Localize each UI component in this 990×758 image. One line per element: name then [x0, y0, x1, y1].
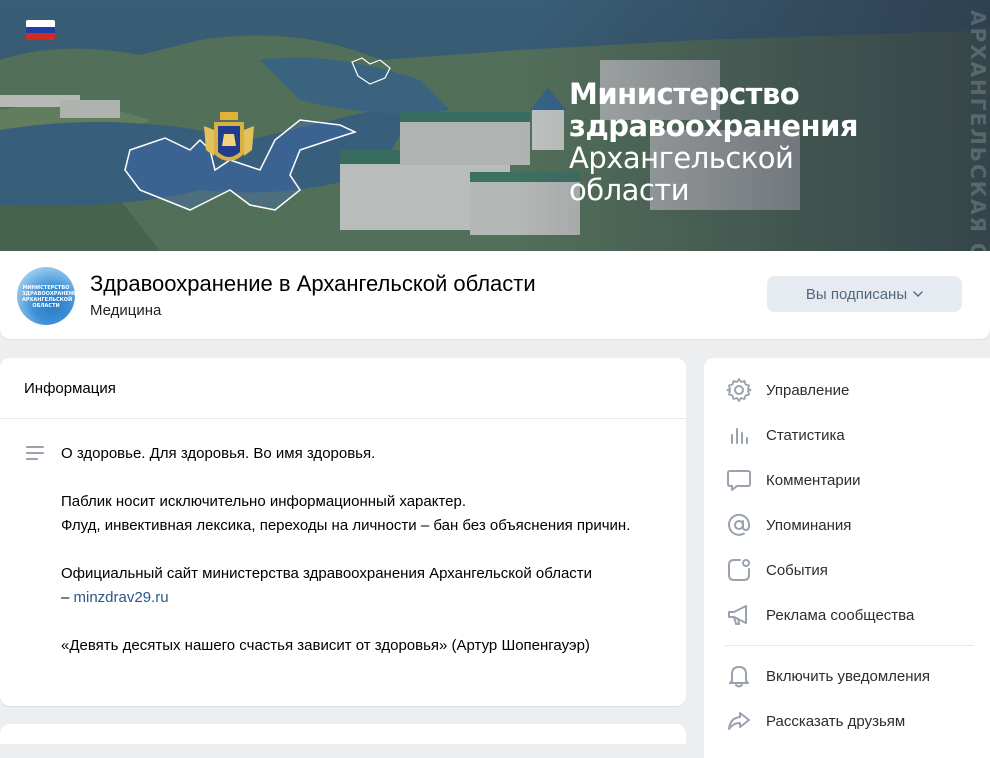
info-heading: Информация — [0, 358, 686, 419]
menu-item-comments[interactable]: Комментарии — [726, 464, 976, 496]
menu-item-mentions[interactable]: Упоминания — [726, 509, 976, 541]
community-category: Медицина — [90, 302, 162, 319]
menu-item-label: Статистика — [766, 426, 845, 444]
russian-flag-icon — [26, 20, 55, 40]
description-line: «Девять десятых нашего счастья зависит о… — [61, 637, 590, 654]
side-menu: Управление Статистика Комментарии Упомин… — [704, 358, 990, 758]
menu-item-management[interactable]: Управление — [726, 374, 976, 406]
menu-item-ads[interactable]: Реклама сообщества — [726, 599, 976, 631]
chevron-down-icon — [913, 291, 923, 297]
menu-item-label: События — [766, 561, 828, 579]
subscribed-label: Вы подписаны — [805, 285, 908, 303]
comment-icon — [727, 470, 751, 491]
menu-item-label: Включить уведомления — [766, 667, 931, 685]
cover-title-line: Министерство — [569, 77, 800, 111]
cover-title-line: здравоохранения — [569, 109, 859, 143]
gear-icon — [726, 378, 752, 402]
menu-item-events[interactable]: События — [726, 554, 976, 586]
stats-icon — [731, 428, 748, 444]
next-card — [0, 724, 686, 744]
description-line: – minzdrav29.ru — [61, 586, 661, 610]
website-link[interactable]: minzdrav29.ru — [74, 589, 169, 606]
cover-title-line: области — [569, 173, 690, 207]
description-icon — [26, 446, 44, 460]
info-card: Информация О здоровье. Для здоровья. Во … — [0, 358, 686, 706]
menu-item-share[interactable]: Рассказать друзьям — [726, 705, 976, 737]
menu-item-label: Реклама сообщества — [766, 606, 915, 624]
avatar-text: МИНИСТЕРСТВО ЗДРАВООХРАНЕНИЯ АРХАНГЕЛЬСК… — [22, 285, 75, 309]
community-avatar[interactable]: МИНИСТЕРСТВО ЗДРАВООХРАНЕНИЯ АРХАНГЕЛЬСК… — [17, 267, 75, 325]
menu-item-stats[interactable]: Статистика — [726, 419, 976, 451]
community-title: Здравоохранение в Архангельской области — [90, 271, 536, 296]
menu-item-notifications[interactable]: Включить уведомления — [726, 660, 976, 692]
bell-icon — [729, 666, 749, 688]
menu-item-label: Рассказать друзьям — [766, 712, 906, 730]
description-line: Флуд, инвективная лексика, переходы на л… — [61, 517, 631, 534]
at-icon — [728, 513, 751, 536]
subscribed-button[interactable]: Вы подписаны — [767, 276, 962, 312]
cover-title-line: Архангельской — [569, 141, 794, 175]
menu-item-label: Управление — [766, 381, 850, 399]
community-cover: Министерство здравоохранения Архангельск… — [0, 0, 990, 251]
share-icon — [728, 712, 750, 730]
community-description: О здоровье. Для здоровья. Во имя здоровь… — [61, 442, 661, 658]
description-line: Паблик носит исключительно информационны… — [61, 493, 467, 510]
link-prefix: – — [61, 589, 74, 606]
menu-divider — [724, 645, 974, 646]
menu-item-label: Упоминания — [766, 516, 852, 534]
megaphone-icon — [728, 605, 747, 625]
events-icon — [728, 559, 750, 581]
description-line: О здоровье. Для здоровья. Во имя здоровь… — [61, 445, 376, 462]
description-line: Официальный сайт министерства здравоохра… — [61, 565, 593, 582]
cover-vertical-text: АРХАНГЕЛЬСКАЯ ОБЛАСТЬ — [966, 10, 990, 251]
menu-item-label: Комментарии — [766, 471, 861, 489]
community-header: МИНИСТЕРСТВО ЗДРАВООХРАНЕНИЯ АРХАНГЕЛЬСК… — [0, 251, 990, 339]
cover-title: Министерство здравоохранения Архангельск… — [569, 77, 859, 207]
